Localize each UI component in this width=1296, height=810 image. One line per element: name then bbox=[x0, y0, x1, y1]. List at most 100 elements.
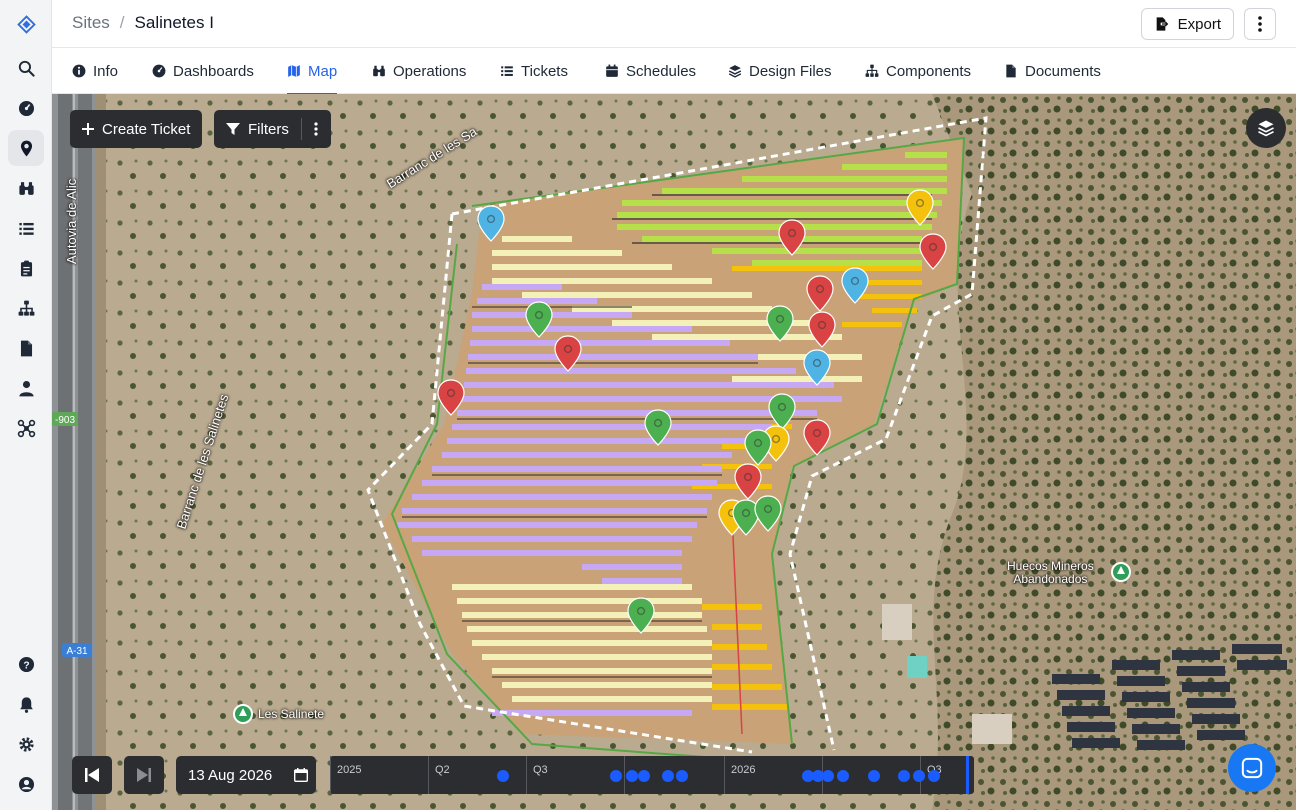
timeline-event[interactable] bbox=[837, 770, 849, 782]
timeline-step-button[interactable] bbox=[124, 756, 164, 794]
tab-bar: Info Dashboards Map Operations Tickets S… bbox=[52, 48, 1296, 95]
tab-label: Schedules bbox=[626, 62, 697, 80]
create-ticket-button[interactable]: Create Ticket bbox=[70, 110, 203, 148]
timeline-date: 13 Aug 2026 bbox=[188, 766, 273, 784]
timeline-event[interactable] bbox=[913, 770, 925, 782]
tab-components[interactable]: Components bbox=[865, 48, 971, 94]
search-icon[interactable] bbox=[8, 50, 44, 86]
timeline-event[interactable] bbox=[638, 770, 650, 782]
marker-red[interactable] bbox=[806, 275, 834, 312]
marker-blue[interactable] bbox=[803, 349, 831, 386]
marker-green[interactable] bbox=[754, 495, 782, 532]
tab-label: Dashboards bbox=[173, 62, 254, 80]
marker-blue[interactable] bbox=[841, 267, 869, 304]
marker-red[interactable] bbox=[554, 335, 582, 372]
marker-green[interactable] bbox=[768, 393, 796, 430]
sitemap-icon[interactable] bbox=[8, 290, 44, 326]
marker-green[interactable] bbox=[766, 305, 794, 342]
calendar-icon bbox=[294, 768, 309, 782]
dashboard-icon[interactable] bbox=[8, 90, 44, 126]
plus-icon bbox=[82, 123, 94, 135]
drone-icon[interactable] bbox=[8, 410, 44, 446]
filters-more-button[interactable] bbox=[302, 110, 330, 148]
filter-icon bbox=[226, 123, 240, 135]
tab-label: Documents bbox=[1025, 62, 1101, 80]
marker-red[interactable] bbox=[437, 379, 465, 416]
timeline-rewind-button[interactable] bbox=[72, 756, 112, 794]
bell-icon[interactable] bbox=[8, 686, 44, 722]
marker-red[interactable] bbox=[734, 463, 762, 500]
ticket-markers: -903 A-31 bbox=[52, 189, 1131, 724]
account-icon[interactable] bbox=[8, 766, 44, 802]
create-ticket-label: Create Ticket bbox=[102, 120, 191, 138]
timeline-segment-label: Q3 bbox=[526, 756, 548, 794]
road-badge-label: -903 bbox=[55, 415, 75, 426]
marker-green[interactable] bbox=[525, 301, 553, 338]
marker-green[interactable] bbox=[744, 429, 772, 466]
help-icon[interactable]: ? bbox=[8, 646, 44, 682]
timeline-date-picker[interactable]: 13 Aug 2026 bbox=[176, 756, 316, 794]
export-button[interactable]: Export bbox=[1140, 8, 1234, 40]
timeline-event[interactable] bbox=[497, 770, 509, 782]
svg-text:?: ? bbox=[23, 660, 29, 671]
tab-dashboards[interactable]: Dashboards bbox=[152, 48, 254, 94]
timeline-event[interactable] bbox=[610, 770, 622, 782]
skip-forward-icon bbox=[137, 768, 151, 782]
timeline-event[interactable] bbox=[626, 770, 638, 782]
chat-launcher-button[interactable] bbox=[1228, 744, 1276, 792]
export-label: Export bbox=[1177, 15, 1221, 33]
document-icon[interactable] bbox=[8, 330, 44, 366]
breadcrumb-sites-link[interactable]: Sites bbox=[72, 13, 110, 33]
timeline-event[interactable] bbox=[928, 770, 940, 782]
clipboard-icon[interactable] bbox=[8, 250, 44, 286]
tab-design-files[interactable]: Design Files bbox=[728, 48, 832, 94]
gear-icon[interactable] bbox=[8, 726, 44, 762]
timeline-track[interactable]: 2025 Q2 Q3 2026 Q3 bbox=[330, 756, 974, 794]
marker-red[interactable] bbox=[808, 311, 836, 348]
breadcrumb: Sites / Salinetes I bbox=[72, 13, 214, 33]
timeline-event[interactable] bbox=[676, 770, 688, 782]
marker-green[interactable] bbox=[627, 597, 655, 634]
list-icon[interactable] bbox=[8, 210, 44, 246]
user-icon[interactable] bbox=[8, 370, 44, 406]
more-options-button[interactable] bbox=[1244, 8, 1276, 40]
timeline-event[interactable] bbox=[822, 770, 834, 782]
tab-documents[interactable]: Documents bbox=[1004, 48, 1101, 94]
app-logo-icon[interactable] bbox=[8, 6, 44, 42]
timeline-playhead[interactable] bbox=[966, 756, 969, 794]
satellite-map[interactable]: -903 A-31 Autovia de Alic Barranc de les… bbox=[52, 94, 1296, 810]
document-icon bbox=[1006, 64, 1016, 78]
tab-label: Tickets bbox=[521, 62, 568, 80]
tab-label: Components bbox=[886, 62, 972, 80]
binoculars-icon[interactable] bbox=[8, 170, 44, 206]
timeline-segment-label: 2026 bbox=[724, 756, 755, 794]
tab-operations[interactable]: Operations bbox=[372, 48, 466, 94]
page-header: Sites / Salinetes I Export bbox=[52, 0, 1296, 48]
marker-yellow[interactable] bbox=[906, 189, 934, 226]
tab-map[interactable]: Map bbox=[287, 48, 338, 95]
road-label: Autovia de Alic bbox=[64, 178, 79, 264]
timeline-event[interactable] bbox=[662, 770, 674, 782]
poi-park-icon[interactable] bbox=[1111, 562, 1131, 582]
map-pin-icon[interactable] bbox=[8, 130, 44, 166]
tab-tickets[interactable]: Tickets bbox=[500, 48, 568, 94]
tab-schedules[interactable]: Schedules bbox=[605, 48, 696, 94]
breadcrumb-separator: / bbox=[119, 13, 125, 32]
file-export-icon bbox=[1156, 17, 1168, 31]
poi-park-icon[interactable] bbox=[233, 704, 253, 724]
tab-label: Operations bbox=[393, 62, 467, 80]
marker-blue[interactable] bbox=[477, 205, 505, 242]
marker-red[interactable] bbox=[919, 233, 947, 270]
page-title: Salinetes I bbox=[134, 13, 214, 32]
layers-icon bbox=[728, 65, 742, 78]
timeline-event[interactable] bbox=[868, 770, 880, 782]
kebab-menu-icon bbox=[314, 122, 318, 136]
timeline-event[interactable] bbox=[898, 770, 910, 782]
layers-icon bbox=[1258, 120, 1274, 137]
marker-red[interactable] bbox=[803, 419, 831, 456]
marker-red[interactable] bbox=[778, 219, 806, 256]
marker-green[interactable] bbox=[644, 409, 672, 446]
tab-info[interactable]: Info bbox=[72, 48, 118, 94]
road-badge: -903 bbox=[52, 412, 78, 426]
map-layers-button[interactable] bbox=[1246, 108, 1286, 148]
